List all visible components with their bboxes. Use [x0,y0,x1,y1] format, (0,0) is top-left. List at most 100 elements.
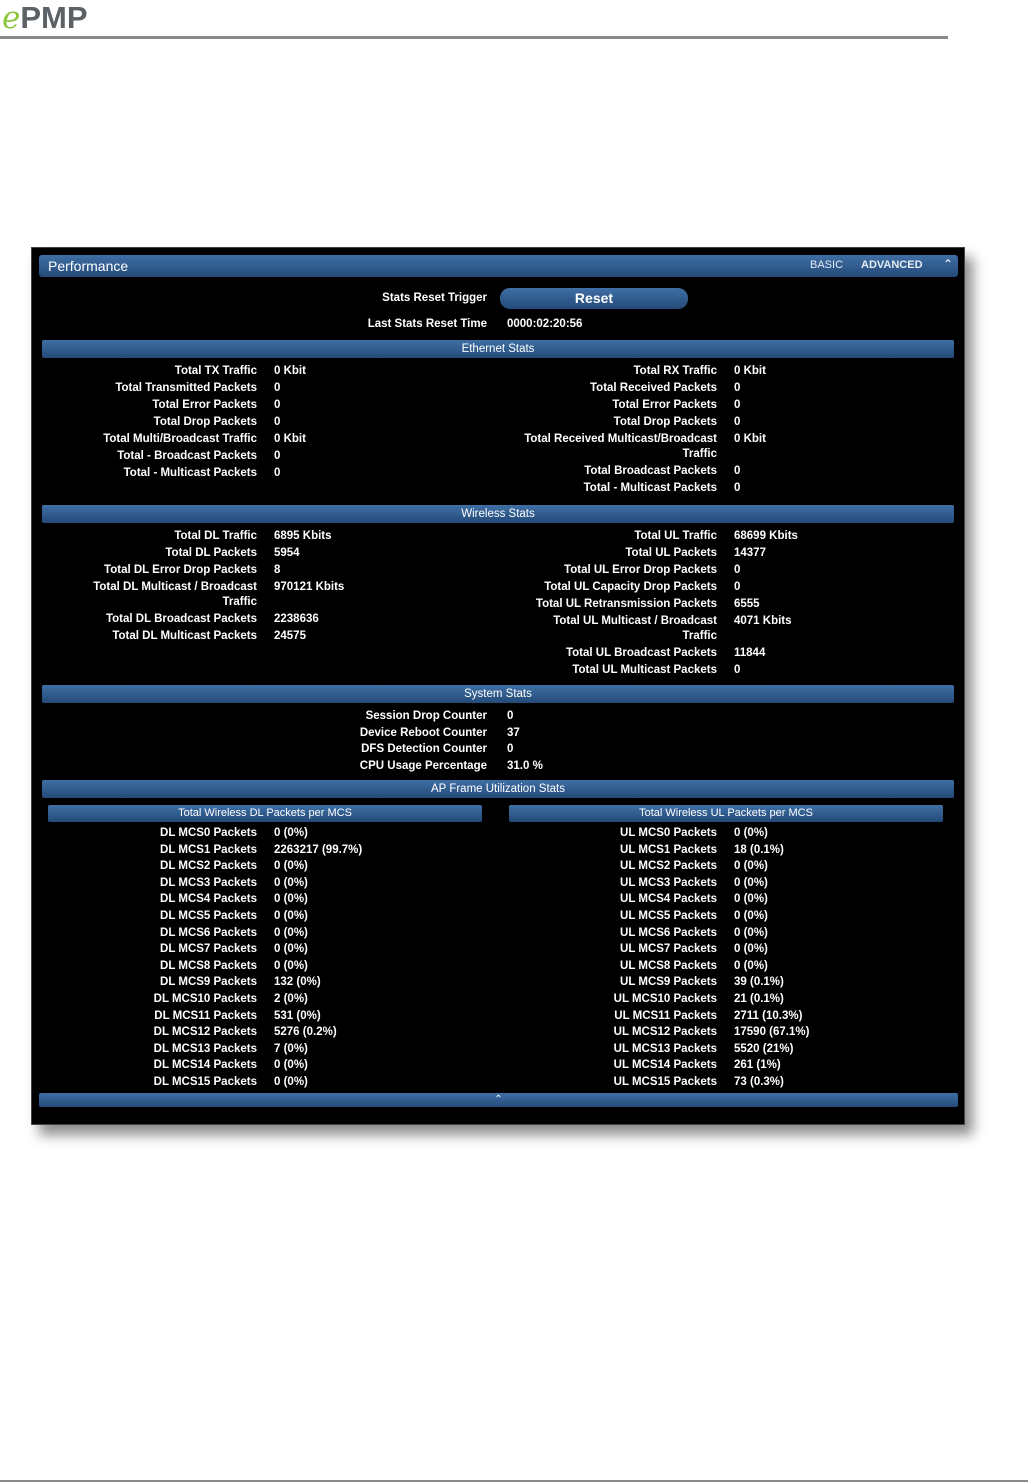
ethernet-left-row-3-label: Total Drop Packets [52,415,257,430]
ul-mcs-row-9-label: UL MCS9 Packets [472,975,717,990]
wireless-right-row-7-value: 0 [734,664,741,676]
reset-button[interactable]: Reset [500,288,688,309]
system-row-0-value: 0 [507,710,514,722]
ul-mcs-row-1-label: UL MCS1 Packets [472,843,717,858]
ul-mcs-row-2-label-text: UL MCS2 Packets [620,860,717,873]
dl-mcs-row-5-value: 0 (0%) [274,910,308,922]
ethernet-right-row-2-value: 0 [734,399,741,411]
dl-mcs-row-6-label-text: DL MCS6 Packets [160,926,257,939]
dl-mcs-row-0-label-text: DL MCS0 Packets [160,827,257,839]
ethernet-left-row-4-label-text: Total Multi/Broadcast Traffic [103,433,257,445]
epmp-logo: ePMP [2,0,88,36]
tab-advanced[interactable]: ADVANCED [861,259,923,271]
wireless-right-row-3-label: Total UL Capacity Drop Packets [472,580,717,595]
wireless-left-row-1-label: Total DL Packets [52,546,257,561]
wireless-right-row-6-label-text: Total UL Broadcast Packets [565,647,717,659]
dl-mcs-row-15-value: 0 (0%) [274,1076,308,1088]
dl-mcs-row-8-label: DL MCS8 Packets [52,959,257,974]
ul-mcs-row-3-value: 0 (0%) [734,876,768,889]
last-stats-reset-time-value: 0000:02:20:56 [507,318,583,330]
wireless-right-row-7-label: Total UL Multicast Packets [472,663,717,678]
ul-mcs-row-10-label-text: UL MCS10 Packets [613,993,717,1005]
ul-mcs-row-12-label-text: UL MCS12 Packets [613,1026,717,1039]
ethernet-right-row-2-label: Total Error Packets [472,398,717,413]
wireless-right-row-5-label-text: Total UL Multicast / Broadcast [553,615,717,627]
system-row-0-label-text: Session Drop Counter [365,710,487,722]
wireless-right-row-3-value: 0 [734,581,741,593]
dl-mcs-header: Total Wireless DL Packets per MCS [48,805,482,822]
ethernet-right-row-4-label-text: Total Received Multicast/Broadcast [524,433,717,445]
ul-mcs-row-8-value: 0 (0%) [734,959,768,972]
dl-mcs-row-7-label-text: DL MCS7 Packets [160,943,257,956]
wireless-right-row-0-value: 68699 Kbits [734,530,798,542]
ethernet-left-row-2-label-text: Total Error Packets [152,399,257,411]
logo-pmp: PMP [20,0,88,35]
ethernet-left-row-0-label-text: Total TX Traffic [174,365,257,377]
dl-mcs-row-14-label-text: DL MCS14 Packets [153,1059,257,1072]
wireless-right-row-5-label: Total UL Multicast / Broadcast Traffic [472,614,717,644]
wireless-right-row-5-label-text-2: Traffic [682,630,717,642]
wireless-left-row-2-label: Total DL Error Drop Packets [52,563,257,578]
dl-mcs-row-4-label: DL MCS4 Packets [52,892,257,907]
ethernet-right-row-1-label-text: Total Received Packets [590,382,717,394]
ethernet-right-row-4-label: Total Received Multicast/Broadcast Traffi… [472,432,717,462]
wireless-right-row-0-label: Total UL Traffic [472,529,717,544]
ethernet-right-row-4-label-text-2: Traffic [682,448,717,460]
ul-mcs-row-12-label: UL MCS12 Packets [472,1025,717,1040]
tab-basic[interactable]: BASIC [810,259,843,271]
ethernet-left-row-1-label: Total Transmitted Packets [52,381,257,396]
system-row-3-value: 31.0 % [507,759,543,772]
ul-mcs-row-0-label-text: UL MCS0 Packets [620,827,717,839]
ethernet-right-row-4-value: 0 Kbit [734,433,766,445]
dl-mcs-row-9-label-text: DL MCS9 Packets [160,976,257,989]
ul-mcs-row-9-label-text: UL MCS9 Packets [620,976,717,989]
ethernet-stats-header: Ethernet Stats [42,340,954,358]
dl-mcs-row-2-label-text: DL MCS2 Packets [160,860,257,873]
ap-frame-utilization-header: AP Frame Utilization Stats [42,780,954,798]
dl-mcs-row-12-label: DL MCS12 Packets [52,1025,257,1040]
wireless-left-row-4-label: Total DL Broadcast Packets [52,612,257,627]
dl-mcs-row-14-label: DL MCS14 Packets [52,1058,257,1073]
ethernet-left-row-3-value: 0 [274,416,281,428]
dl-mcs-row-11-value: 531 (0%) [274,1009,321,1022]
ul-mcs-row-12-value: 17590 (67.1%) [734,1026,810,1039]
dl-mcs-row-8-label-text: DL MCS8 Packets [160,959,257,972]
wireless-left-row-0-label-text: Total DL Traffic [174,530,257,542]
ul-mcs-row-3-label-text: UL MCS3 Packets [620,876,717,889]
wireless-right-row-2-value: 0 [734,564,741,576]
wireless-right-row-1-label-text: Total UL Packets [625,547,717,559]
ul-mcs-row-13-label-text: UL MCS13 Packets [613,1042,717,1055]
system-row-3-label-text: CPU Usage Percentage [359,759,487,772]
ethernet-left-row-4-label: Total Multi/Broadcast Traffic [52,432,257,447]
dl-mcs-row-0-label: DL MCS0 Packets [52,826,257,841]
dl-mcs-row-9-value: 132 (0%) [274,976,321,989]
dl-mcs-row-11-label-text: DL MCS11 Packets [154,1009,257,1022]
wireless-left-row-3-label-text: Total DL Multicast / Broadcast [93,581,257,593]
dl-mcs-row-13-label-text: DL MCS13 Packets [153,1042,257,1055]
ethernet-right-row-1-label: Total Received Packets [472,381,717,396]
ethernet-left-row-0-label: Total TX Traffic [52,364,257,379]
dl-mcs-row-2-label: DL MCS2 Packets [52,859,257,874]
performance-panel: Performance BASIC ADVANCED ⌃ Stats Reset… [31,247,965,1125]
ul-mcs-row-5-label-text: UL MCS5 Packets [620,910,717,922]
ul-mcs-row-14-label-text: UL MCS14 Packets [613,1059,717,1072]
ul-mcs-row-14-label: UL MCS14 Packets [472,1058,717,1073]
dl-mcs-row-1-value: 2263217 (99.7%) [274,843,363,856]
ethernet-right-row-5-label: Total Broadcast Packets [472,464,717,479]
ul-mcs-row-15-value: 73 (0.3%) [734,1076,784,1088]
wireless-right-row-0-label-text: Total UL Traffic [634,530,717,542]
ethernet-left-row-5-label: Total - Broadcast Packets [52,449,257,464]
wireless-right-row-1-label: Total UL Packets [472,546,717,561]
footer-collapse-chevron-up-icon[interactable]: ⌃ [39,1093,958,1107]
collapse-chevron-up-icon[interactable]: ⌃ [943,257,953,271]
ul-mcs-row-5-label: UL MCS5 Packets [472,909,717,924]
ul-mcs-row-11-label-text: UL MCS11 Packets [614,1009,717,1022]
wireless-left-row-5-label-text: Total DL Multicast Packets [112,630,257,642]
ul-mcs-row-9-value: 39 (0.1%) [734,976,784,989]
ethernet-right-row-1-value: 0 [734,382,741,394]
wireless-right-row-1-value: 14377 [734,547,766,559]
ethernet-left-row-3-label-text: Total Drop Packets [153,416,257,428]
ul-mcs-row-6-value: 0 (0%) [734,926,768,939]
ethernet-left-row-2-label: Total Error Packets [52,398,257,413]
last-stats-reset-time-label: Last Stats Reset Time [367,318,487,330]
